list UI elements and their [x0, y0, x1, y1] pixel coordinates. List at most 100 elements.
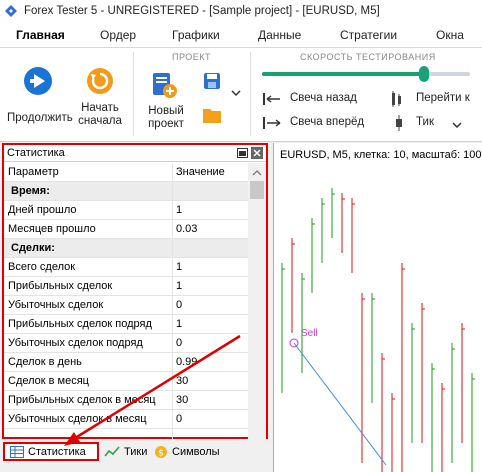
ribbon: Продолжить Начать сначала ПРОЕКТ Новый п… [0, 48, 482, 142]
ribbon-tabs: Главная Ордер Графики Данные Стратегии О… [0, 22, 482, 48]
statistics-panel: Статистика Параметр Значение Время: Дней … [2, 143, 268, 439]
parameter-cell: Месяцев прошло [8, 223, 96, 235]
value-cell: 0 [176, 299, 183, 311]
parameter-cell: Убыточных сделок в месяц [8, 413, 147, 425]
parameter-cell: Дней прошло [8, 204, 77, 216]
new-project-icon [152, 72, 178, 103]
table-row[interactable]: Убыточных сделок подряд 0 [4, 334, 248, 353]
statistics-scrollbar[interactable] [248, 163, 266, 439]
scrollbar-thumb[interactable] [250, 181, 264, 199]
value-cell: 1 [176, 261, 183, 273]
speed-slider[interactable] [262, 66, 470, 82]
parameter-cell: Сделок в день [8, 356, 82, 368]
table-row[interactable]: Месяцев прошло 0.03 [4, 220, 248, 239]
value-cell: 1 [176, 318, 183, 330]
new-project-label-1: Новый [148, 105, 184, 117]
column-divider [172, 163, 173, 439]
value-cell: 1 [176, 280, 183, 292]
close-icon[interactable] [251, 147, 263, 159]
table-row[interactable]: Прибыльных сделок в месяц 30 [4, 391, 248, 410]
table-row[interactable]: Всего сделок 1 [4, 258, 248, 277]
tab-statistics[interactable]: Статистика [3, 442, 99, 461]
value-cell: 0 [176, 337, 183, 349]
restore-icon[interactable] [236, 147, 248, 159]
candle-back-button[interactable]: Свеча назад [260, 90, 380, 108]
price-chart[interactable]: EURUSD, M5, клетка: 10, масштаб: 100% Se… [273, 143, 482, 472]
speed-group-title: СКОРОСТЬ ТЕСТИРОВАНИЯ [300, 52, 436, 62]
symbols-icon: $ [154, 445, 168, 459]
value-cell: 0 [176, 413, 183, 425]
continue-button[interactable]: Продолжить [2, 50, 73, 134]
value-cell: 0.03 [176, 223, 198, 235]
statistics-table: Параметр Значение Время: Дней прошло 1 Меся… [4, 163, 248, 429]
svg-text:$: $ [158, 448, 164, 458]
tick-label: Тик [416, 116, 434, 128]
tab-ticks-label: Тики [124, 445, 148, 458]
go-to-label: Перейти к [416, 92, 470, 104]
table-row[interactable]: Дней прошло 1 [4, 201, 248, 220]
chart-candles: Sell [281, 188, 475, 472]
sell-label: Sell [301, 328, 318, 339]
tab-data[interactable]: Данные [258, 22, 301, 48]
ticks-icon [104, 445, 120, 458]
tab-charts[interactable]: Графики [172, 22, 220, 48]
column-header-value[interactable]: Значение [176, 163, 225, 181]
parameter-cell: Прибыльных сделок в месяц [8, 394, 156, 406]
scroll-up-icon[interactable] [252, 168, 262, 180]
tab-ticks[interactable]: Тики [102, 442, 150, 461]
go-to-button[interactable]: Перейти к [388, 90, 482, 108]
tick-button[interactable]: Тик [388, 114, 482, 132]
table-row[interactable]: Сделок в день 0.99 [4, 353, 248, 372]
table-row[interactable]: Убыточных сделок 0 [4, 296, 248, 315]
project-group-title: ПРОЕКТ [172, 52, 212, 62]
go-to-icon [390, 91, 406, 110]
value-cell: 30 [176, 394, 189, 406]
play-icon [23, 66, 53, 99]
tick-icon [392, 115, 406, 134]
parameter-cell: Убыточных сделок [8, 299, 104, 311]
chevron-down-icon[interactable] [231, 88, 241, 100]
parameter-cell: Прибыльных сделок подряд [8, 318, 152, 330]
parameter-cell: Прибыльных сделок [8, 280, 113, 292]
tab-strategies[interactable]: Стратегии [340, 22, 397, 48]
tab-windows[interactable]: Окна [436, 22, 464, 48]
candle-forward-label: Свеча вперёд [290, 116, 365, 128]
table-row[interactable]: Прибыльных сделок подряд 1 [4, 315, 248, 334]
restart-button[interactable]: Начать сначала [74, 50, 126, 134]
tab-statistics-label: Статистика [28, 445, 86, 458]
restart-label-1: Начать [81, 102, 119, 114]
tab-home[interactable]: Главная [16, 22, 65, 48]
tab-symbols[interactable]: $ Символы [152, 442, 232, 461]
table-header-row: Параметр Значение [4, 163, 248, 182]
window-title: Forex Tester 5 - UNREGISTERED - [Sample … [24, 5, 380, 17]
app-logo-icon [3, 3, 19, 19]
bottom-tab-bar: Статистика Тики $ Символы [0, 440, 272, 462]
tab-symbols-label: Символы [172, 445, 220, 458]
parameter-cell: Время: [11, 185, 50, 197]
candle-forward-icon [262, 116, 282, 133]
table-group-row[interactable]: Время: [4, 182, 248, 201]
speed-slider-thumb[interactable] [419, 66, 430, 82]
tab-order[interactable]: Ордер [100, 22, 136, 48]
chevron-down-icon[interactable] [452, 120, 462, 132]
table-row[interactable]: Прибыльных сделок 1 [4, 277, 248, 296]
statistics-panel-header: Статистика [4, 145, 266, 162]
parameter-cell: Сделки: [11, 242, 55, 254]
ribbon-separator [133, 52, 134, 136]
column-header-parameter[interactable]: Параметр [8, 163, 59, 181]
candle-back-icon [262, 92, 282, 109]
save-icon[interactable] [203, 72, 221, 93]
new-project-button[interactable]: Новый проект [140, 68, 192, 134]
candle-back-label: Свеча назад [290, 92, 357, 104]
parameter-cell: Убыточных сделок подряд [8, 337, 143, 349]
open-folder-icon[interactable] [202, 106, 222, 127]
continue-label: Продолжить [7, 112, 73, 124]
table-group-row[interactable]: Сделки: [4, 239, 248, 258]
ribbon-separator [250, 52, 251, 136]
restart-label-2: сначала [78, 115, 122, 127]
stats-table-icon [10, 445, 24, 458]
value-cell: 30 [176, 375, 189, 387]
table-row[interactable]: Сделок в месяц 30 [4, 372, 248, 391]
candle-forward-button[interactable]: Свеча вперёд [260, 114, 380, 132]
table-row[interactable]: Убыточных сделок в месяц 0 [4, 410, 248, 429]
